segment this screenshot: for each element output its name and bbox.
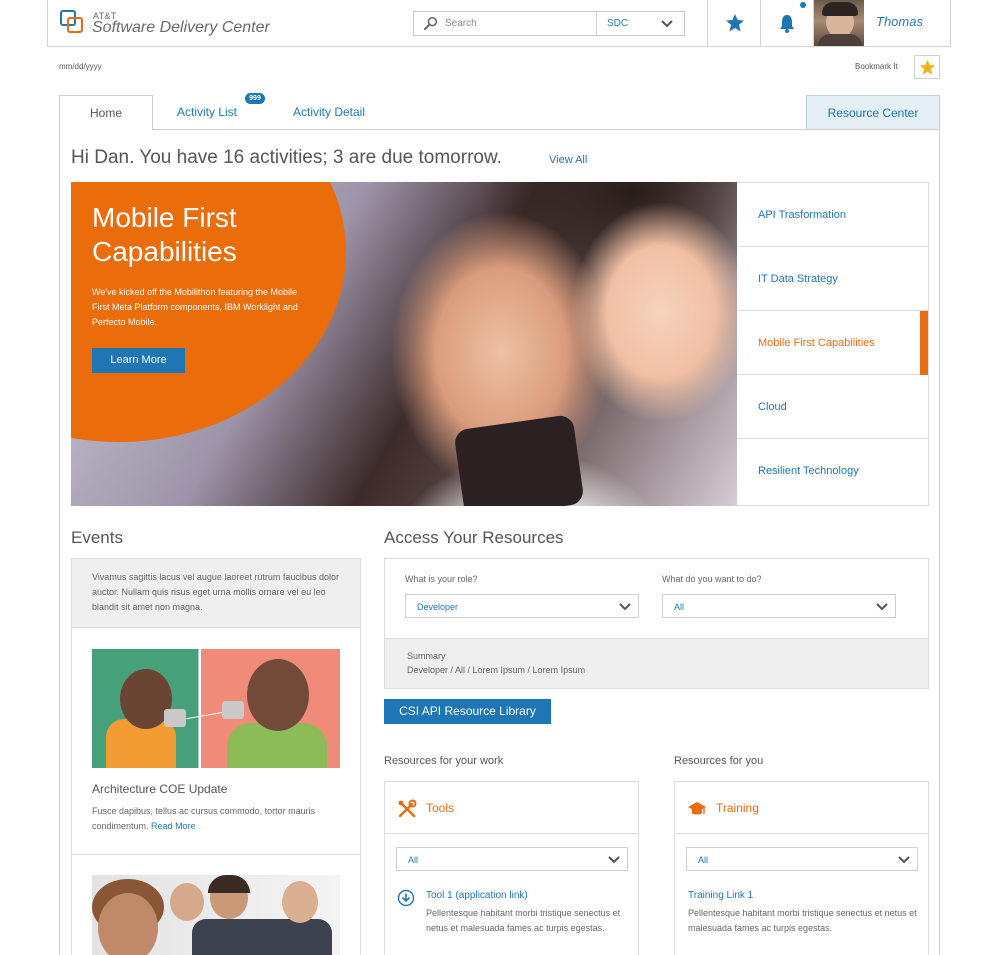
notifications-bell-icon[interactable] [778,13,796,33]
avatar-shoulders [818,34,862,46]
search-icon [423,16,438,31]
training-header: Training [675,782,928,834]
tool-link[interactable]: Tool 1 (application link) [426,890,528,901]
view-all-link[interactable]: View All [549,154,587,166]
chevron-down-icon [898,856,910,864]
hero-nav-item-resilient[interactable]: Resilient Technology [737,439,928,506]
role-label: What is your role? [405,574,478,584]
notification-dot [800,2,806,8]
hero-nav-item-label: Mobile First Capabilities [758,337,875,349]
search-scope-select[interactable]: SDC [607,18,628,29]
hero-nav-item-cloud[interactable]: Cloud [737,375,928,439]
csi-api-library-button[interactable]: CSI API Resource Library [384,699,551,724]
tab-resource-center[interactable]: Resource Center [806,95,940,130]
user-avatar[interactable] [814,0,864,46]
role-select[interactable]: Developer [405,594,639,618]
event-image[interactable] [92,649,340,768]
event-image-shape [98,893,158,955]
activity-count-badge: 999 [245,93,265,104]
chevron-down-icon [619,603,631,611]
read-more-link[interactable]: Read More [151,821,196,831]
event-image-shape [222,701,244,719]
hero-nav-list: API Trasformation IT Data Strategy Mobil… [737,182,929,506]
tools-panel: Tools All Tool 1 (application link) Pell… [384,781,639,955]
att-logo-icon [60,10,83,33]
event-title[interactable]: Architecture COE Update [92,782,227,796]
summary-label: Summary [407,651,446,661]
active-indicator [920,311,928,375]
event-image-shape [192,919,332,955]
hero-nav-item-mobile-first[interactable]: Mobile First Capabilities [737,311,928,375]
training-panel: Training All Training Link 1 Pellentesqu… [674,781,929,955]
training-description: Pellentesque habitant morbi tristique se… [688,908,917,933]
panel-border-left [59,129,60,955]
brand-title[interactable]: Software Delivery Center [92,19,270,37]
summary-value: Developer / All / Lorem Ipsum / Lorem Ip… [407,665,586,675]
bookmark-label: Bookmark It [855,62,898,71]
hero-description: We've kicked off the Mobilithon featurin… [92,287,298,327]
event-image-shape [186,711,224,720]
search-bar[interactable]: Search SDC [413,11,685,36]
event-image-shape [282,881,318,923]
tools-filter-value: All [408,855,419,865]
event-image-shape [247,659,309,731]
event-image-shape [170,883,204,921]
tool-description: Pellentesque habitant morbi tristique se… [426,908,621,933]
event-image-shape [164,709,186,727]
resources-work-label: Resources for your work [384,755,504,767]
training-heading: Training [716,801,759,815]
summary-box: Summary Developer / All / Lorem Ipsum / … [385,638,928,688]
role-select-value: Developer [417,602,459,612]
tools-header: Tools [385,782,638,834]
hero-phone-image [453,414,585,506]
bookmark-button[interactable] [914,55,940,79]
action-select-value: All [674,602,685,612]
tools-filter-select[interactable]: All [396,847,628,871]
action-select[interactable]: All [662,594,896,618]
download-icon[interactable] [397,889,415,907]
tab-activity-detail[interactable]: Activity Detail [293,95,365,130]
graduation-cap-icon [688,802,706,815]
training-filter-value: All [698,855,709,865]
events-heading: Events [71,528,123,547]
training-filter-select[interactable]: All [686,847,918,871]
access-resources-panel: What is your role? What do you want to d… [384,558,929,689]
chevron-down-icon [876,603,888,611]
action-label: What do you want to do? [662,574,762,584]
panel-border-right [939,129,940,955]
tools-heading: Tools [426,801,455,815]
events-intro: Vivamus sagittis lacus vel augue laoreet… [71,558,361,628]
event-card: Architecture COE Update Fusce dapibus, t… [71,628,361,855]
hero-banner: Mobile First Capabilities We've kicked o… [71,182,737,506]
training-link[interactable]: Training Link 1 [688,890,753,901]
learn-more-button[interactable]: Learn More [92,348,185,373]
hero-title: Mobile First Capabilities [92,202,237,267]
chevron-down-icon[interactable] [660,17,674,31]
event-card [71,855,361,955]
greeting-text: Hi Dan. You have 16 activities; 3 are du… [71,147,502,168]
user-name[interactable]: Thomas [876,14,923,29]
event-image[interactable] [92,875,340,955]
top-header: AT&T Software Delivery Center Search SDC… [47,0,951,47]
tab-activity-list[interactable]: Activity List [177,95,237,130]
header-divider [760,0,761,46]
hero-nav-item-data-strategy[interactable]: IT Data Strategy [737,247,928,311]
resources-you-label: Resources for you [674,755,764,767]
tab-home[interactable]: Home [59,95,153,130]
search-divider [596,12,597,35]
avatar-hair [822,2,858,16]
event-description-text: Fusce dapibus, tellus ac cursus commodo,… [92,806,316,831]
event-image-shape [208,875,250,893]
search-input[interactable]: Search [445,18,477,29]
access-resources-heading: Access Your Resources [384,528,564,547]
favorites-star-icon[interactable] [725,13,745,33]
tools-wrench-icon [398,799,417,818]
date-label: mm/dd/yyyy [59,62,102,71]
header-divider [707,0,708,46]
bookmark-star-icon [919,59,936,75]
tab-divider [59,129,940,130]
chevron-down-icon [608,856,620,864]
hero-nav-item-api[interactable]: API Trasformation [737,183,928,247]
event-description: Fusce dapibus, tellus ac cursus commodo,… [92,804,332,834]
